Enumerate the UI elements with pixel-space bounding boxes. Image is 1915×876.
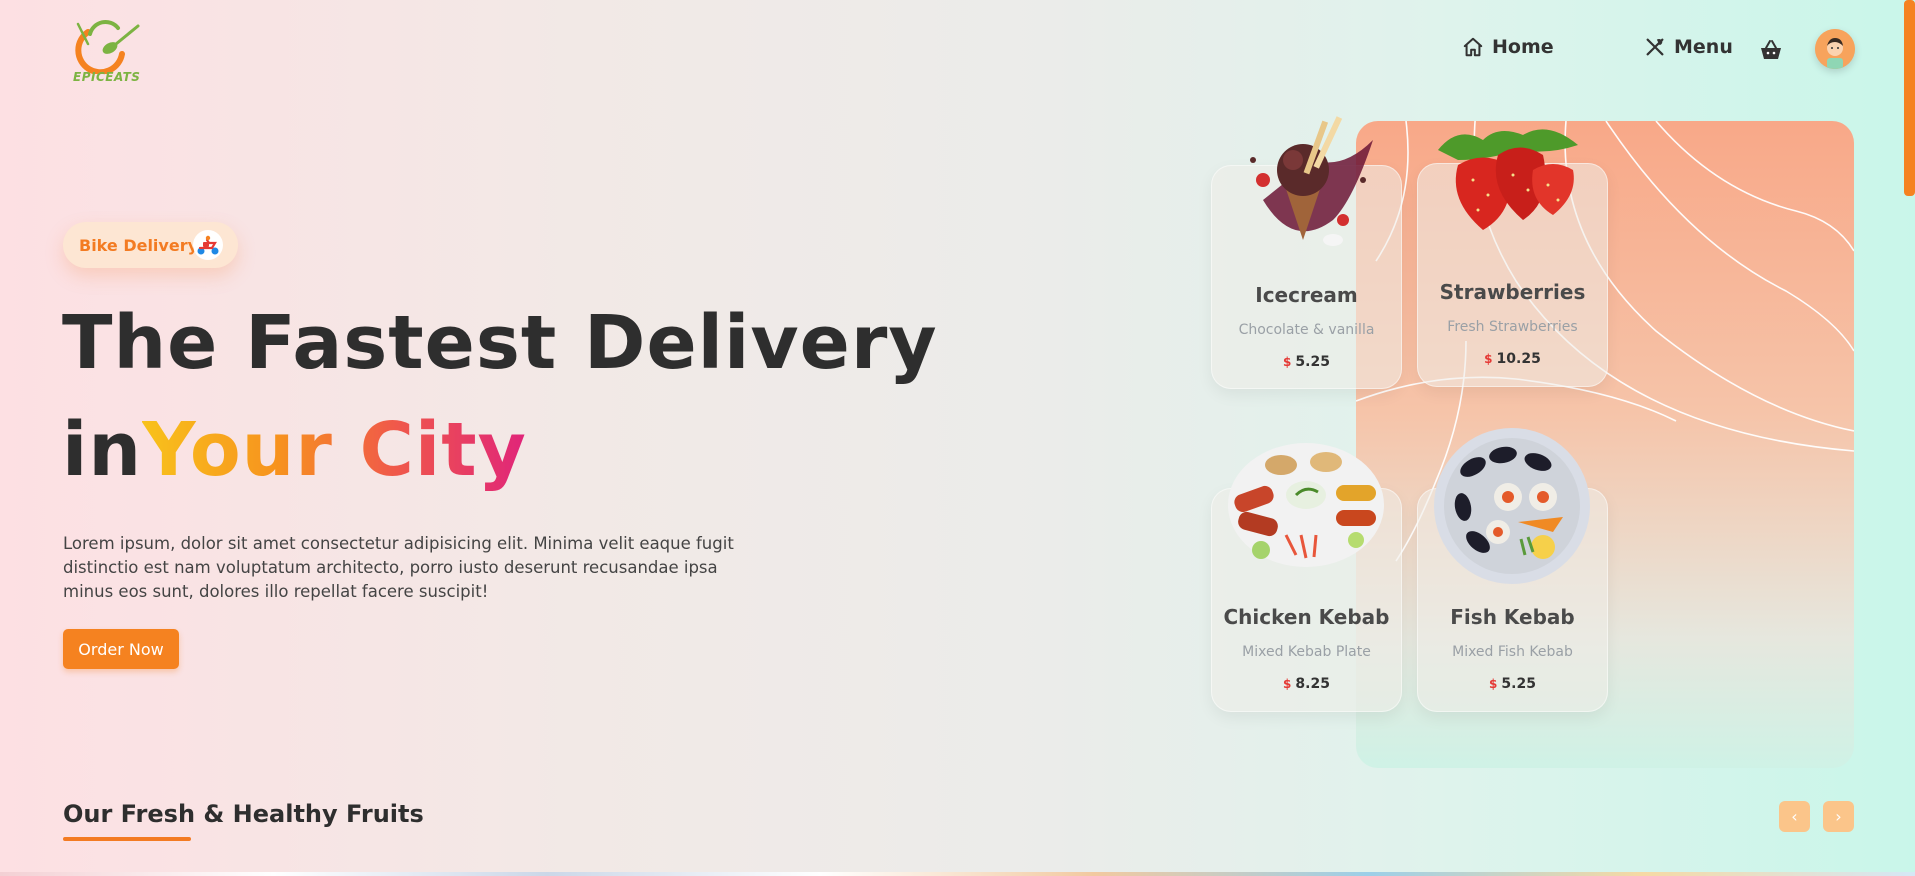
strawberries-image xyxy=(1438,129,1578,230)
badge-label: Bike Delivery xyxy=(79,235,199,255)
logo[interactable]: EPICEATS xyxy=(70,14,150,88)
nav-home-label: Home xyxy=(1492,36,1554,58)
card-subtitle: Mixed Fish Kebab xyxy=(1452,644,1573,660)
currency-symbol: $ xyxy=(1484,352,1493,366)
price-value: 8.25 xyxy=(1295,676,1330,692)
next-arrow-button[interactable]: › xyxy=(1823,801,1854,832)
card-price: $10.25 xyxy=(1418,351,1607,367)
logo-text: EPICEATS xyxy=(73,70,141,84)
card-subtitle: Fresh Strawberries xyxy=(1447,319,1578,335)
hero-description: Lorem ipsum, dolor sit amet consectetur … xyxy=(63,534,734,601)
prev-arrow-button[interactable]: ‹ xyxy=(1779,801,1810,832)
currency-symbol: $ xyxy=(1283,677,1292,691)
section-underline xyxy=(63,837,191,841)
fish-kebab-image xyxy=(1434,428,1590,584)
nav-home[interactable]: Home xyxy=(1462,36,1554,58)
card-price: $5.25 xyxy=(1418,676,1607,692)
section-title: Our Fresh & Healthy Fruits xyxy=(63,800,424,828)
price-value: 5.25 xyxy=(1295,354,1330,370)
card-title: Strawberries xyxy=(1439,280,1586,304)
card-title: Fish Kebab xyxy=(1450,605,1575,629)
home-icon xyxy=(1463,37,1483,57)
header: EPICEATS Home Menu xyxy=(0,0,1915,100)
card-title: Icecream xyxy=(1255,283,1358,307)
utensils-icon xyxy=(1646,38,1664,56)
price-value: 5.25 xyxy=(1501,676,1536,692)
currency-symbol: $ xyxy=(1489,677,1498,691)
card-price: $8.25 xyxy=(1212,676,1401,692)
cart-button[interactable] xyxy=(1759,38,1783,62)
card-subtitle: Mixed Kebab Plate xyxy=(1242,644,1371,660)
icecream-image xyxy=(1250,116,1373,246)
nav-menu-label: Menu xyxy=(1674,36,1733,58)
avatar[interactable] xyxy=(1815,29,1855,69)
hero-title-line1: The Fastest Delivery xyxy=(62,300,938,386)
logo-icon xyxy=(75,20,140,76)
scrollbar-thumb[interactable] xyxy=(1904,0,1915,196)
nav-menu[interactable]: Menu xyxy=(1644,36,1733,58)
currency-symbol: $ xyxy=(1283,355,1292,369)
chevron-right-icon: › xyxy=(1835,807,1842,826)
card-title: Chicken Kebab xyxy=(1223,605,1390,629)
chicken-kebab-image xyxy=(1228,443,1384,567)
next-section-preview xyxy=(0,872,1915,876)
hero-title-line2: inYour City xyxy=(62,407,527,493)
chevron-left-icon: ‹ xyxy=(1791,807,1798,826)
avatar-icon xyxy=(1815,29,1855,69)
hero-title-highlight: Your City xyxy=(142,407,527,493)
card-price: $5.25 xyxy=(1212,354,1401,370)
scooter-icon xyxy=(193,230,223,260)
card-subtitle: Chocolate & vanilla xyxy=(1238,322,1375,338)
hero-title-prefix: in xyxy=(62,407,143,493)
delivery-badge: Bike Delivery xyxy=(63,222,238,268)
price-value: 10.25 xyxy=(1496,351,1541,367)
basket-icon xyxy=(1761,40,1781,59)
order-now-button[interactable]: Order Now xyxy=(63,629,179,669)
